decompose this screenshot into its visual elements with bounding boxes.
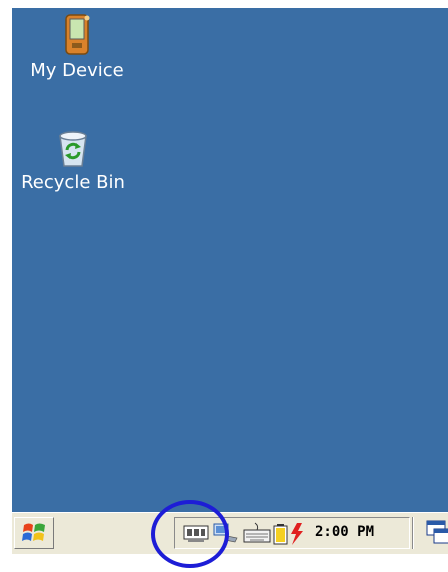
clock[interactable]: 2:00 PM [315, 524, 374, 540]
desktop-icon-label: Recycle Bin [21, 172, 125, 193]
taskbar: 2:00 PM [12, 512, 448, 554]
handheld-device-icon [12, 14, 142, 56]
show-desktop-button[interactable] [426, 520, 448, 546]
desktop: My Device Recycle Bin [12, 8, 448, 512]
desktop-icon-recycle-bin[interactable]: Recycle Bin [8, 128, 138, 194]
show-desktop-icon [426, 520, 448, 546]
desktop-icon-my-device[interactable]: My Device [12, 14, 142, 82]
taskbar-divider [412, 517, 414, 549]
network-card-icon[interactable] [183, 522, 209, 548]
battery-charging-icon[interactable] [273, 522, 309, 550]
system-tray: 2:00 PM [174, 517, 410, 549]
start-button[interactable] [14, 517, 54, 549]
recycle-bin-icon [8, 128, 138, 168]
pc-connection-icon[interactable] [213, 522, 239, 548]
keyboard-icon[interactable] [243, 522, 271, 548]
desktop-icon-label: My Device [30, 60, 124, 81]
